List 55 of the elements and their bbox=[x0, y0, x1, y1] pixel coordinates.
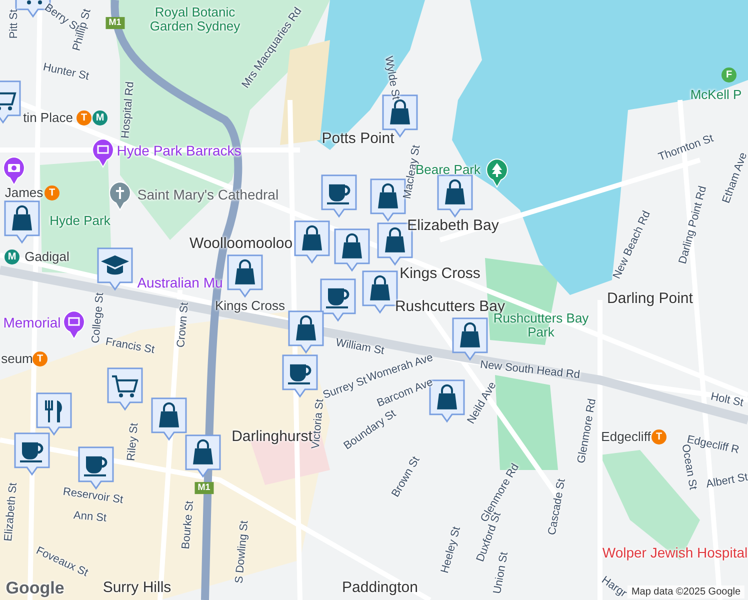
street-label: Albert St bbox=[705, 471, 748, 491]
building-pin-icon[interactable] bbox=[91, 138, 115, 168]
park-label: Royal Botanic Garden Sydney bbox=[148, 6, 242, 34]
street-label: Bourke St bbox=[180, 500, 196, 550]
street-label: Cascade St bbox=[546, 478, 568, 536]
station-label: Kings Cross bbox=[214, 298, 286, 314]
street-label: Francis St bbox=[104, 336, 156, 356]
suburb-label: Kings Cross bbox=[400, 266, 480, 282]
park-label: Hyde Park bbox=[50, 214, 110, 228]
street-label: Ann St bbox=[73, 510, 107, 524]
street-label: Holt St bbox=[710, 390, 744, 410]
street-label: New South Head Rd bbox=[480, 358, 580, 382]
station-label: Edgecliff bbox=[601, 430, 651, 444]
street-label: Wylde St bbox=[382, 55, 402, 101]
camera-pin-icon[interactable] bbox=[2, 156, 26, 186]
place-label: Australian Mu bbox=[137, 275, 223, 291]
street-label: College St bbox=[90, 292, 106, 344]
suburb-label: Darling Point bbox=[607, 290, 693, 308]
street-label: Crown St bbox=[175, 302, 191, 348]
train-badge: T bbox=[652, 430, 666, 444]
street-label: Etham Ave bbox=[720, 151, 748, 205]
street-label: Elizabeth St bbox=[2, 482, 20, 542]
suburb-label: Darlinghurst bbox=[232, 428, 312, 445]
street-label: Union St bbox=[491, 551, 511, 595]
park-label: McKell P bbox=[690, 88, 742, 102]
route-shield: M1 bbox=[194, 482, 214, 494]
street-label: William St bbox=[334, 336, 386, 358]
suburb-label: Woolloomooloo bbox=[189, 236, 293, 252]
street-label: Victoria St bbox=[310, 398, 326, 450]
street-label: Hunter St bbox=[42, 61, 90, 83]
street-label: Glenmore Rd bbox=[575, 398, 599, 464]
place-label: Wolper Jewish Hospital bbox=[602, 545, 748, 561]
tree-pin-icon[interactable] bbox=[485, 158, 509, 188]
place-label: Memorial bbox=[3, 315, 61, 331]
map-credit: Map data ©2025 Google bbox=[627, 586, 745, 598]
map-logo: Google bbox=[6, 580, 64, 598]
street-label: Heeley St bbox=[438, 525, 464, 575]
street-label: Pitt St bbox=[8, 9, 20, 39]
street-label: Reservoir St bbox=[62, 486, 124, 506]
cross-pin-icon[interactable] bbox=[108, 181, 132, 211]
street-label: S Dowling St bbox=[233, 520, 251, 584]
suburb-label: Paddington bbox=[342, 580, 418, 596]
station-label: Gadigal bbox=[24, 250, 70, 264]
station-label: James bbox=[4, 186, 44, 200]
suburb-label: Surry Hills bbox=[102, 580, 172, 596]
suburb-label: Elizabeth Bay bbox=[407, 218, 499, 234]
suburb-label: Potts Point bbox=[322, 130, 394, 148]
suburb-label: Rushcutters Bay bbox=[394, 298, 506, 315]
street-label: Hospital Rd bbox=[120, 81, 136, 139]
street-label: Darling Point Rd bbox=[676, 184, 710, 266]
building-pin-icon[interactable] bbox=[62, 310, 86, 340]
street-label: Riley St bbox=[125, 422, 141, 462]
station-label: tin Place bbox=[23, 110, 73, 126]
station-label: seum bbox=[1, 352, 33, 366]
route-shield: M1 bbox=[106, 17, 124, 29]
